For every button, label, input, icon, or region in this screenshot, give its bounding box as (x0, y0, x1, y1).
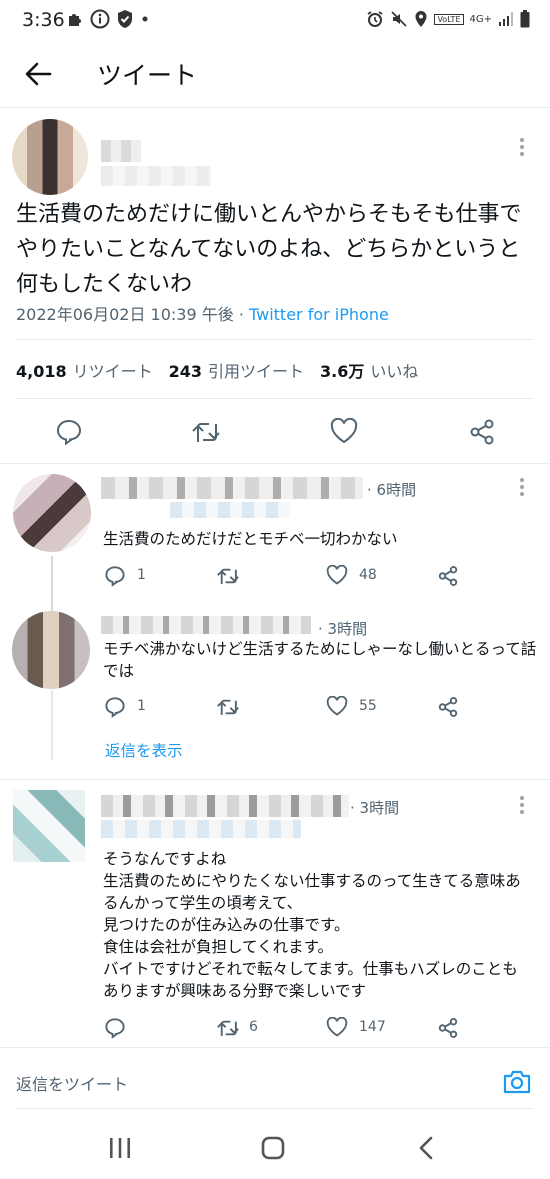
shield-icon (118, 10, 132, 28)
like-count: 48 (359, 567, 377, 583)
share-icon[interactable] (468, 418, 496, 446)
reply-input-placeholder[interactable]: 返信をツイート (16, 1071, 128, 1095)
reply-count: 1 (137, 698, 146, 714)
reply-handle-blurred (101, 820, 301, 838)
divider (0, 779, 550, 780)
reply-time: · 6時間 (367, 481, 417, 499)
share-icon[interactable] (437, 1017, 459, 1039)
reply-line: バイトですけどそれで転々してます。仕事もハズレのこともありますが興味ある分野で楽… (103, 960, 518, 1000)
system-nav-bar (0, 1110, 550, 1179)
share-icon[interactable] (437, 696, 459, 718)
status-left-icons (66, 9, 150, 29)
divider (0, 463, 550, 464)
retweet-icon[interactable] (216, 696, 240, 718)
show-replies-link[interactable]: 返信を表示 (105, 739, 183, 761)
reply-author-blurred[interactable] (101, 616, 311, 634)
status-right-icons: VoLTE 4G+ (366, 10, 530, 28)
back-nav-icon[interactable] (418, 1136, 434, 1160)
reply-avatar[interactable] (13, 790, 85, 862)
dot-icon (142, 16, 148, 22)
divider (16, 339, 534, 340)
reply-time: · 3時間 (318, 620, 368, 638)
back-arrow-icon[interactable] (22, 58, 54, 90)
info-icon (90, 9, 110, 29)
app-header: ツイート (0, 42, 550, 108)
location-icon (415, 11, 427, 27)
reply-icon[interactable] (104, 696, 126, 718)
more-options-icon[interactable] (518, 138, 526, 162)
tweet-meta: 2022年06月02日 10:39 午後 · Twitter for iPhon… (16, 301, 389, 325)
quotes-count: 243 (168, 362, 203, 381)
more-options-icon[interactable] (518, 796, 526, 820)
reply-time: · 3時間 (350, 799, 400, 817)
recent-apps-icon[interactable] (108, 1137, 132, 1159)
thread-line (51, 690, 53, 760)
retweets-label: リツイート (72, 362, 153, 381)
tweet-stats: 4,018 リツイート 243 引用ツイート 3.6万 いいね (16, 358, 418, 382)
like-icon[interactable] (326, 1017, 348, 1037)
thread-line (51, 556, 53, 612)
reply-icon[interactable] (104, 565, 126, 587)
divider (16, 398, 534, 399)
reply-line: 見つけたのが住み込みの仕事です。 (103, 916, 350, 934)
author-name-blurred[interactable] (101, 140, 141, 162)
tweet-date: 2022年06月02日 10:39 午後 (16, 305, 234, 324)
likes-count: 3.6万 (320, 362, 365, 381)
volte-badge: VoLTE (434, 13, 464, 25)
like-icon[interactable] (326, 696, 348, 716)
reply-avatar[interactable] (13, 474, 91, 552)
reply-text: そうなんですよね 生活費のためにやりたくない仕事するのって生きてる意味あるんかっ… (103, 848, 533, 1002)
tweet-source-link[interactable]: Twitter for iPhone (249, 305, 389, 324)
more-options-icon[interactable] (518, 478, 526, 502)
share-icon[interactable] (437, 565, 459, 587)
like-icon[interactable] (326, 565, 348, 585)
status-time: 3:36 (22, 9, 65, 31)
reply-icon[interactable] (55, 418, 83, 446)
reply-avatar[interactable] (12, 611, 90, 689)
retweets-stat[interactable]: 4,018 リツイート (16, 358, 153, 382)
retweets-count: 4,018 (16, 362, 67, 381)
reply-author-blurred[interactable] (101, 795, 349, 817)
mute-icon (391, 11, 408, 27)
reply-line: 食住は会社が負担してくれます。 (103, 938, 334, 956)
alarm-icon (367, 11, 383, 27)
reply-line: 生活費のためにやりたくない仕事するのって生きてる意味あるんかって学生の頃考えて、 (103, 872, 521, 912)
reply-author-blurred[interactable] (101, 477, 363, 499)
author-handle-blurred (101, 166, 211, 186)
home-icon[interactable] (261, 1136, 285, 1160)
likes-label: いいね (370, 362, 419, 381)
author-avatar[interactable] (12, 119, 88, 195)
retweet-count: 6 (249, 1019, 258, 1035)
page-title: ツイート (97, 61, 198, 90)
reply-count: 1 (137, 567, 146, 583)
retweet-icon[interactable] (216, 1017, 240, 1039)
reply-icon[interactable] (104, 1017, 126, 1039)
meta-separator: · (233, 305, 249, 324)
retweet-icon[interactable] (191, 418, 221, 446)
like-count: 55 (359, 698, 377, 714)
tweet-text: 生活費のためだけに働いとんやからそもそも仕事でやりたいことなんてないのよね、どち… (16, 202, 522, 297)
reply-composer[interactable]: 返信をツイート (0, 1048, 550, 1110)
retweet-icon[interactable] (216, 565, 240, 587)
camera-icon[interactable] (502, 1068, 532, 1096)
divider (16, 1108, 534, 1109)
quotes-label: 引用ツイート (208, 362, 305, 381)
network-type: 4G+ (469, 13, 493, 25)
reply-text: モチベ沸かないけど生活するためにしゃーなし働いとるって話では (103, 640, 537, 680)
reply-text: 生活費のためだけだとモチベ一切わかない (103, 530, 398, 548)
puzzle-icon (69, 14, 81, 26)
reply-handle-blurred (170, 502, 290, 518)
status-bar: 3:36 VoLTE 4G+ (0, 0, 550, 42)
battery-icon (520, 10, 530, 28)
like-icon[interactable] (330, 418, 358, 444)
signal-icon (499, 12, 513, 26)
reply-line: そうなんですよね (103, 850, 227, 868)
quotes-stat[interactable]: 243 引用ツイート (169, 358, 304, 382)
like-count: 147 (359, 1019, 386, 1035)
likes-stat[interactable]: 3.6万 いいね (320, 358, 418, 382)
